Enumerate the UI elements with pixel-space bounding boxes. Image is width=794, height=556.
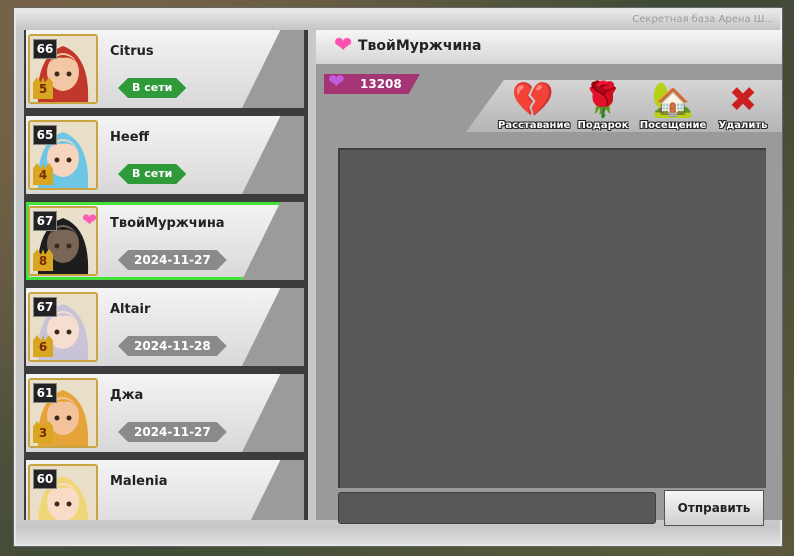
house-icon: 🏡 xyxy=(651,80,695,120)
friend-card[interactable]: 61 3 Джа 2024-11-27 xyxy=(26,374,304,452)
action-label: Посещение xyxy=(639,120,707,131)
card-decoration xyxy=(242,374,304,452)
online-status: В сети xyxy=(118,164,186,184)
friend-name-title: ТвойМуржчина xyxy=(358,38,482,54)
friend-card[interactable]: 60 Malenia xyxy=(26,460,304,520)
chat-area[interactable] xyxy=(338,148,766,488)
friend-list[interactable]: 66 5 Citrus В сети 65 4 Heeff В сети 67 … xyxy=(24,30,308,520)
level-badge: 67 xyxy=(33,211,57,231)
card-decoration xyxy=(242,116,304,194)
friend-card[interactable]: 65 4 Heeff В сети xyxy=(26,116,304,194)
action-label: Удалить xyxy=(718,120,768,131)
last-seen-date: 2024-11-27 xyxy=(118,250,227,270)
broken-heart-icon: 💔 xyxy=(511,80,555,120)
friend-avatar: 65 4 xyxy=(28,120,98,190)
card-decoration xyxy=(242,288,304,366)
friend-avatar: 67 8 ❤ xyxy=(28,206,98,276)
friend-card[interactable]: 66 5 Citrus В сети xyxy=(26,30,304,108)
friend-avatar: 67 6 xyxy=(28,292,98,362)
friend-avatar: 61 3 xyxy=(28,378,98,448)
window-bottom-bar xyxy=(16,526,780,544)
heart-icon: ❤ xyxy=(82,210,98,231)
card-decoration xyxy=(242,202,304,280)
rank-crown: 4 xyxy=(33,163,53,185)
friend-name: ТвойМуржчина xyxy=(110,216,225,231)
friends-window: Секретная база Арена Ш... 66 5 Citrus В … xyxy=(14,8,782,546)
action-button[interactable]: 🏡 Посещение xyxy=(638,80,708,136)
panel-header: ❤ ТвойМуржчина xyxy=(316,30,782,64)
action-button[interactable]: 💔 Расставание xyxy=(498,80,571,136)
affinity-value: 13208 xyxy=(360,77,402,91)
rank-crown: 3 xyxy=(33,421,53,443)
level-badge: 65 xyxy=(33,125,57,145)
card-decoration xyxy=(242,460,304,520)
action-button[interactable]: 🌹 Подарок xyxy=(568,80,638,136)
friend-name: Джа xyxy=(110,388,144,403)
rank-crown: 8 xyxy=(33,249,53,271)
action-label: Подарок xyxy=(577,120,629,131)
last-seen-date: 2024-11-28 xyxy=(118,336,227,356)
online-status: В сети xyxy=(118,78,186,98)
level-badge: 66 xyxy=(33,39,57,59)
friend-avatar: 66 5 xyxy=(28,34,98,104)
send-button[interactable]: Отправить xyxy=(664,490,764,526)
level-badge: 61 xyxy=(33,383,57,403)
delete-button[interactable]: ✖ Удалить xyxy=(708,80,778,136)
rank-crown: 6 xyxy=(33,335,53,357)
red-x-icon: ✖ xyxy=(728,80,758,120)
rose-icon: 🌹 xyxy=(581,80,625,120)
message-input[interactable] xyxy=(338,492,656,524)
friend-name: Citrus xyxy=(110,44,154,59)
action-label: Расставание xyxy=(498,120,571,131)
friend-name: Heeff xyxy=(110,130,150,145)
friend-name: Malenia xyxy=(110,474,168,489)
friend-avatar: 60 xyxy=(28,464,98,520)
heart-icon: ❤ xyxy=(334,33,353,58)
window-title: Секретная база Арена Ш... xyxy=(632,14,774,25)
window-top-bar: Секретная база Арена Ш... xyxy=(16,10,780,30)
friend-detail-panel: ❤ ТвойМуржчина ❤ 13208 💔 Расставание 🌹 П… xyxy=(316,30,782,526)
level-badge: 60 xyxy=(33,469,57,489)
affinity-badge: ❤ 13208 xyxy=(324,74,420,94)
last-seen-date: 2024-11-27 xyxy=(118,422,227,442)
friend-card[interactable]: 67 8 ❤ ТвойМуржчина 2024-11-27 xyxy=(26,202,304,280)
level-badge: 67 xyxy=(33,297,57,317)
card-decoration xyxy=(242,30,304,108)
rank-crown: 5 xyxy=(33,77,53,99)
double-heart-icon: ❤ xyxy=(328,69,345,93)
friend-name: Altair xyxy=(110,302,151,317)
friend-card[interactable]: 67 6 Altair 2024-11-28 xyxy=(26,288,304,366)
